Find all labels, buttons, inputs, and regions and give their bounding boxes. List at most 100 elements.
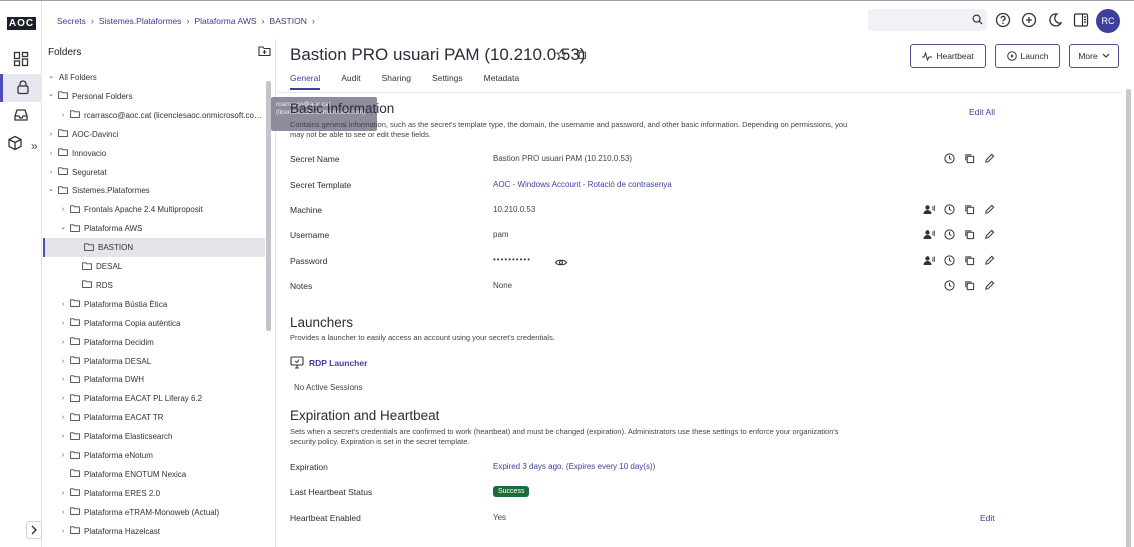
chevron-right-icon[interactable]: ›	[58, 509, 68, 516]
edit-heartbeat-link[interactable]: Edit	[980, 513, 995, 523]
chevron-right-icon[interactable]: ›	[58, 452, 68, 459]
chevron-right-icon[interactable]: ›	[58, 112, 68, 119]
folder-tree-item[interactable]: BASTION	[43, 238, 265, 258]
edit-icon[interactable]	[984, 229, 995, 243]
rdp-launcher-link[interactable]: RDP Launcher	[290, 356, 367, 369]
chevron-down-icon[interactable]: ⌄	[58, 223, 68, 231]
chevron-right-icon[interactable]: ›	[58, 320, 68, 327]
secret-template-value[interactable]: AOC - Windows Account - Rotació de contr…	[493, 180, 672, 189]
folder-tree-item[interactable]: › Plataforma DESAL	[43, 352, 265, 371]
history-icon[interactable]	[944, 153, 955, 167]
new-folder-icon[interactable]	[258, 45, 271, 60]
folder-tree-item[interactable]: › Plataforma Copia autèntica	[43, 314, 265, 333]
copy-icon[interactable]	[964, 229, 975, 243]
chevron-right-icon[interactable]: ›	[46, 169, 56, 176]
folder-tree-item[interactable]: › Plataforma Decidim	[43, 333, 265, 352]
moon-icon[interactable]	[1047, 12, 1063, 28]
expand-rail-button[interactable]	[26, 521, 42, 539]
search-input[interactable]	[868, 9, 987, 31]
chevron-right-icon[interactable]: ›	[58, 206, 68, 213]
expiration-value[interactable]: Expired 3 days ago. (Expires every 10 da…	[493, 462, 655, 471]
user-sound-icon[interactable]	[923, 204, 936, 218]
star-icon[interactable]	[555, 48, 568, 63]
chevron-right-icon[interactable]: ›	[58, 433, 68, 440]
folder-tree-item[interactable]: DESAL	[43, 257, 265, 276]
folder-tree-item[interactable]: › Plataforma DWH	[43, 370, 265, 389]
copy-icon[interactable]	[964, 204, 975, 218]
folder-tree-item[interactable]: › Innovacio	[43, 144, 265, 163]
folder-tree-item[interactable]: RDS	[43, 276, 265, 295]
user-sound-icon[interactable]	[923, 229, 936, 243]
folder-tree-item[interactable]: › Plataforma Bústia Ètica	[43, 295, 265, 314]
edit-icon[interactable]	[984, 204, 995, 218]
packages-nav[interactable]	[0, 130, 30, 158]
add-icon[interactable]	[1021, 12, 1037, 28]
folder-icon	[70, 375, 80, 385]
avatar[interactable]: RC	[1096, 9, 1120, 33]
edit-icon[interactable]	[984, 255, 995, 269]
history-icon[interactable]	[944, 280, 955, 294]
history-icon[interactable]	[944, 229, 955, 243]
copy-icon[interactable]	[576, 49, 587, 63]
folder-tree-item[interactable]: › AOC-Davinci	[43, 125, 265, 144]
chevron-right-icon[interactable]: ›	[58, 414, 68, 421]
folder-tree-item[interactable]: ⌄ Personal Folders	[43, 87, 265, 106]
copy-icon[interactable]	[964, 255, 975, 269]
folder-tree-item[interactable]: Plataforma ENOTUM Nexica	[43, 465, 265, 484]
folder-tree-item[interactable]: ⌄ Sistemes.Plataformes	[43, 181, 265, 200]
copy-icon[interactable]	[964, 153, 975, 167]
folder-tree-item[interactable]: › Plataforma eTRAM-Monoweb (Actual)	[43, 503, 265, 522]
breadcrumb-item[interactable]: Secrets	[57, 16, 86, 26]
edit-icon[interactable]	[984, 153, 995, 167]
chevron-double-right-icon[interactable]: »	[31, 139, 38, 153]
user-sound-icon[interactable]	[923, 255, 936, 269]
chevron-right-icon[interactable]: ›	[58, 528, 68, 535]
chevron-right-icon[interactable]: ›	[58, 395, 68, 402]
folder-tree-item[interactable]: › Seguretat	[43, 163, 265, 182]
chevron-down-icon[interactable]: ⌄	[46, 90, 56, 98]
chevron-right-icon[interactable]: ›	[46, 150, 56, 157]
chevron-right-icon[interactable]: ›	[58, 376, 68, 383]
breadcrumb-item[interactable]: Sistemes.Plataformes	[99, 16, 182, 26]
breadcrumb-item[interactable]: Plataforma AWS	[195, 16, 257, 26]
tab-general[interactable]: General	[290, 73, 321, 90]
tab-settings[interactable]: Settings	[432, 73, 463, 90]
folder-tree-item[interactable]: › Plataforma ERES 2.0	[43, 484, 265, 503]
folder-label: Plataforma Bústia Ètica	[84, 299, 168, 309]
chevron-down-icon[interactable]: ⌄	[46, 72, 56, 80]
chevron-down-icon[interactable]: ⌄	[46, 185, 56, 193]
tab-metadata[interactable]: Metadata	[484, 73, 519, 90]
tab-sharing[interactable]: Sharing	[382, 73, 411, 90]
dashboard-nav[interactable]	[0, 46, 42, 74]
help-icon[interactable]	[995, 12, 1011, 28]
chevron-right-icon[interactable]: ›	[58, 301, 68, 308]
panel-icon[interactable]	[1073, 12, 1089, 28]
chevron-right-icon[interactable]: ›	[58, 490, 68, 497]
folder-tree-item[interactable]: › Frontals Apache 2.4 Multiproposit	[43, 200, 265, 219]
chevron-right-icon[interactable]: ›	[58, 358, 68, 365]
tab-audit[interactable]: Audit	[341, 73, 360, 90]
folder-tree-item[interactable]: ⌄ All Folders	[43, 68, 265, 87]
breadcrumb-item[interactable]: BASTION	[270, 16, 307, 26]
edit-icon[interactable]	[984, 280, 995, 294]
edit-all-link[interactable]: Edit All	[969, 107, 995, 117]
folder-tree-item[interactable]: › rcarrasco@aoc.cat (licenciesaoc.onmicro…	[43, 106, 265, 125]
chevron-right-icon[interactable]: ›	[58, 339, 68, 346]
folder-tree-item[interactable]: › Plataforma Elasticsearch	[43, 427, 265, 446]
launch-button[interactable]: Launch	[995, 44, 1060, 68]
secrets-nav[interactable]	[0, 74, 42, 102]
main-scrollbar[interactable]	[1126, 89, 1131, 547]
folder-tree-item[interactable]: ⌄ Plataforma AWS	[43, 219, 265, 238]
more-button[interactable]: More	[1069, 44, 1119, 68]
chevron-right-icon[interactable]: ›	[46, 131, 56, 138]
copy-icon[interactable]	[964, 280, 975, 294]
folder-tree-item[interactable]: › Plataforma EACAT PL Liferay 6.2	[43, 389, 265, 408]
heartbeat-button[interactable]: Heartbeat	[910, 44, 986, 68]
inbox-nav[interactable]	[0, 102, 42, 130]
folder-tree-item[interactable]: › Plataforma EACAT TR	[43, 408, 265, 427]
history-icon[interactable]	[944, 255, 955, 269]
folder-tree-item[interactable]: › Plataforma Hazelcast	[43, 522, 265, 541]
history-icon[interactable]	[944, 204, 955, 218]
eye-icon[interactable]	[554, 256, 568, 270]
folder-tree-item[interactable]: › Plataforma eNotum	[43, 446, 265, 465]
